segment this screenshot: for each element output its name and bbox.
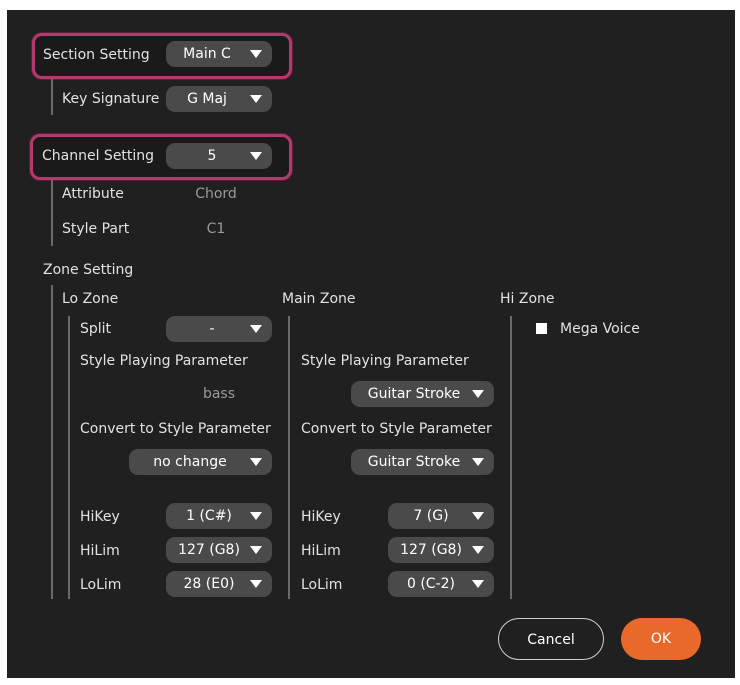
lo-split-value: - — [209, 321, 215, 337]
lo-hikey-value: 1 (C#) — [186, 508, 232, 524]
zone-indent-line — [51, 285, 53, 599]
chevron-down-icon — [250, 580, 262, 588]
section-setting-label: Section Setting — [43, 47, 150, 63]
lo-zone-indent-line — [68, 316, 70, 599]
main-convert-label: Convert to Style Parameter — [301, 421, 492, 437]
lo-convert-dropdown[interactable]: no change — [129, 449, 272, 475]
main-lolim-value: 0 (C-2) — [406, 576, 455, 592]
hi-zone-title: Hi Zone — [500, 291, 555, 307]
lo-split-label: Split — [80, 321, 112, 337]
lo-hikey-dropdown[interactable]: 1 (C#) — [166, 503, 272, 529]
style-part-value: C1 — [206, 221, 226, 237]
lo-lolim-label: LoLim — [80, 577, 122, 593]
lo-split-dropdown[interactable]: - — [166, 316, 272, 342]
section-setting-dropdown[interactable]: Main C — [166, 41, 272, 67]
hi-zone-indent-line — [510, 316, 512, 599]
mega-voice-checkbox[interactable] — [536, 323, 547, 334]
lo-convert-value: no change — [153, 454, 227, 470]
channel-indent-line — [51, 180, 53, 246]
main-hikey-label: HiKey — [301, 509, 341, 525]
main-hikey-dropdown[interactable]: 7 (G) — [388, 503, 494, 529]
chevron-down-icon — [250, 152, 262, 160]
chevron-down-icon — [472, 580, 484, 588]
lo-hilim-value: 127 (G8) — [178, 542, 240, 558]
main-style-playing-dropdown[interactable]: Guitar Stroke — [351, 381, 494, 407]
lo-style-playing-label: Style Playing Parameter — [80, 353, 248, 369]
chevron-down-icon — [250, 50, 262, 58]
channel-setting-label: Channel Setting — [42, 148, 155, 164]
attribute-label: Attribute — [62, 186, 124, 202]
main-lolim-label: LoLim — [301, 577, 343, 593]
main-lolim-dropdown[interactable]: 0 (C-2) — [388, 571, 494, 597]
main-hilim-label: HiLim — [301, 543, 341, 559]
channel-setting-dropdown[interactable]: 5 — [166, 143, 272, 169]
lo-convert-label: Convert to Style Parameter — [80, 421, 271, 437]
ok-button[interactable]: OK — [621, 618, 701, 660]
lo-style-playing-value: bass — [202, 386, 236, 402]
chevron-down-icon — [472, 512, 484, 520]
main-zone-indent-line — [288, 316, 290, 599]
lo-lolim-dropdown[interactable]: 28 (E0) — [166, 571, 272, 597]
chevron-down-icon — [250, 546, 262, 554]
lo-hilim-label: HiLim — [80, 543, 120, 559]
zone-setting-label: Zone Setting — [43, 262, 134, 278]
lo-zone-title: Lo Zone — [62, 291, 119, 307]
key-signature-label: Key Signature — [62, 91, 160, 107]
main-hilim-value: 127 (G8) — [400, 542, 462, 558]
main-zone-title: Main Zone — [282, 291, 356, 307]
section-setting-value: Main C — [183, 46, 231, 62]
mega-voice-label[interactable]: Mega Voice — [560, 320, 640, 338]
section-indent-line — [51, 79, 53, 115]
lo-hikey-label: HiKey — [80, 509, 120, 525]
main-hilim-dropdown[interactable]: 127 (G8) — [388, 537, 494, 563]
chevron-down-icon — [250, 512, 262, 520]
chevron-down-icon — [472, 458, 484, 466]
main-hikey-value: 7 (G) — [413, 508, 449, 524]
lo-lolim-value: 28 (E0) — [183, 576, 235, 592]
lo-hilim-dropdown[interactable]: 127 (G8) — [166, 537, 272, 563]
main-style-playing-value: Guitar Stroke — [367, 386, 461, 402]
chevron-down-icon — [472, 390, 484, 398]
attribute-value: Chord — [195, 186, 237, 202]
channel-setting-value: 5 — [207, 148, 217, 164]
key-signature-dropdown[interactable]: G Maj — [166, 86, 272, 112]
main-style-playing-label: Style Playing Parameter — [301, 353, 469, 369]
chevron-down-icon — [250, 95, 262, 103]
cancel-button[interactable]: Cancel — [498, 618, 604, 660]
style-part-label: Style Part — [62, 221, 130, 237]
chevron-down-icon — [250, 325, 262, 333]
chevron-down-icon — [472, 546, 484, 554]
key-signature-value: G Maj — [187, 91, 227, 107]
chevron-down-icon — [250, 458, 262, 466]
main-convert-dropdown[interactable]: Guitar Stroke — [351, 449, 494, 475]
main-convert-value: Guitar Stroke — [367, 454, 461, 470]
